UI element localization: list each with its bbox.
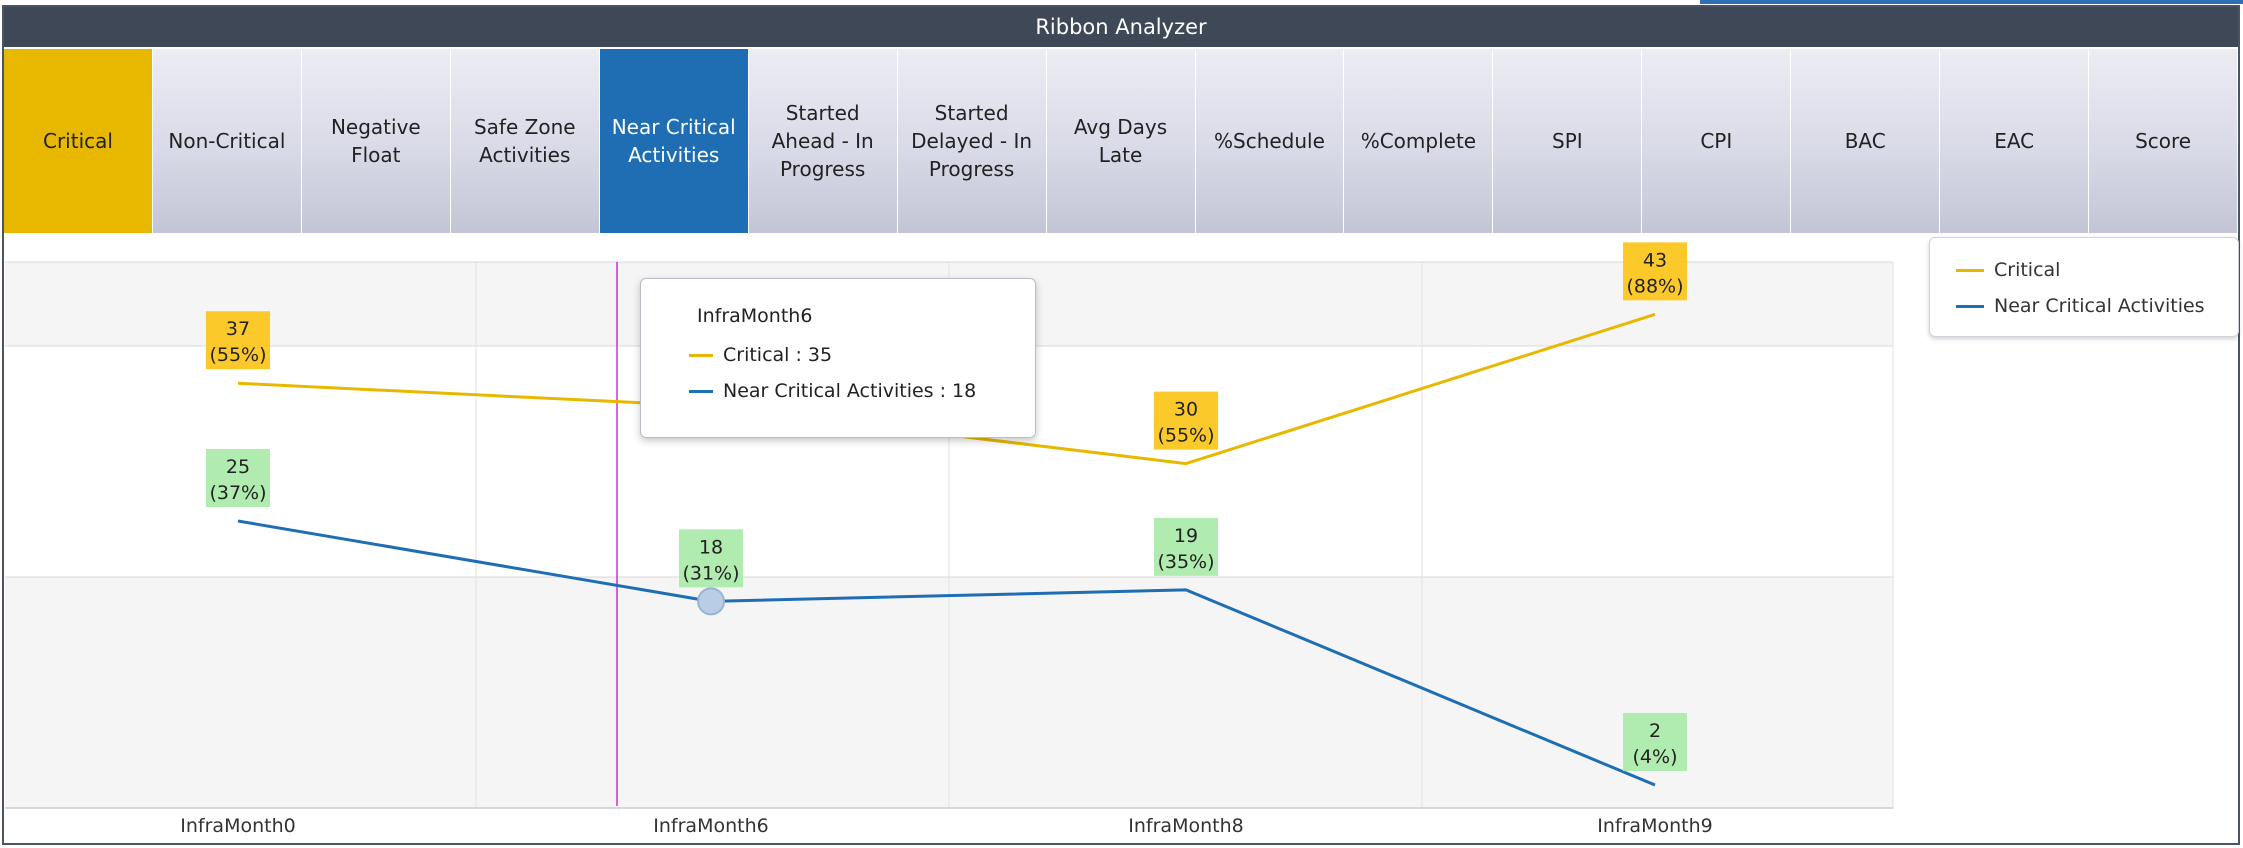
tooltip-title: InfraMonth6 (697, 305, 813, 327)
data-label-percent: (4%) (1633, 746, 1678, 768)
x-tick-label: InfraMonth0 (180, 815, 295, 837)
tooltip-text-near-critical: Near Critical Activities : 18 (723, 380, 977, 402)
legend-swatch-critical (1956, 268, 1984, 272)
data-label-value: 2 (1649, 720, 1661, 742)
data-label-value: 18 (699, 536, 723, 558)
legend-swatch-near-critical (1956, 304, 1984, 308)
line-chart[interactable]: InfraMonth0 InfraMonth6 InfraMonth8 InfraMo… (0, 0, 2243, 848)
data-label-percent: (88%) (1626, 275, 1683, 297)
tooltip-row-critical: Critical : 35 (689, 337, 1035, 373)
tooltip-text-critical: Critical : 35 (723, 344, 833, 366)
legend-item-near-critical[interactable]: Near Critical Activities (1956, 288, 2238, 324)
data-label-percent: (37%) (209, 482, 266, 504)
x-tick-label: InfraMonth9 (1597, 815, 1712, 837)
data-label-value: 19 (1174, 525, 1198, 547)
data-label-value: 25 (226, 456, 250, 478)
data-label-value: 37 (226, 318, 250, 340)
data-label-percent: (55%) (1157, 425, 1214, 447)
data-label-value: 30 (1174, 399, 1198, 421)
data-label-percent: (31%) (682, 562, 739, 584)
legend-item-critical[interactable]: Critical (1956, 252, 2238, 288)
tooltip-row-near-critical: Near Critical Activities : 18 (689, 373, 1035, 409)
data-label-percent: (35%) (1157, 551, 1214, 573)
tooltip-swatch-critical (689, 353, 713, 357)
legend-label-critical: Critical (1994, 259, 2061, 281)
chart-tooltip: InfraMonth6 Critical : 35 Near Critical … (640, 278, 1036, 438)
legend-label-near-critical: Near Critical Activities (1994, 295, 2205, 317)
data-label-percent: (55%) (209, 344, 266, 366)
chart-legend: Critical Near Critical Activities (1929, 237, 2239, 337)
x-tick-label: InfraMonth8 (1128, 815, 1243, 837)
x-tick-label: InfraMonth6 (653, 815, 768, 837)
data-label-value: 43 (1643, 249, 1667, 271)
hover-point-marker (697, 587, 725, 616)
tooltip-swatch-near-critical (689, 389, 713, 393)
